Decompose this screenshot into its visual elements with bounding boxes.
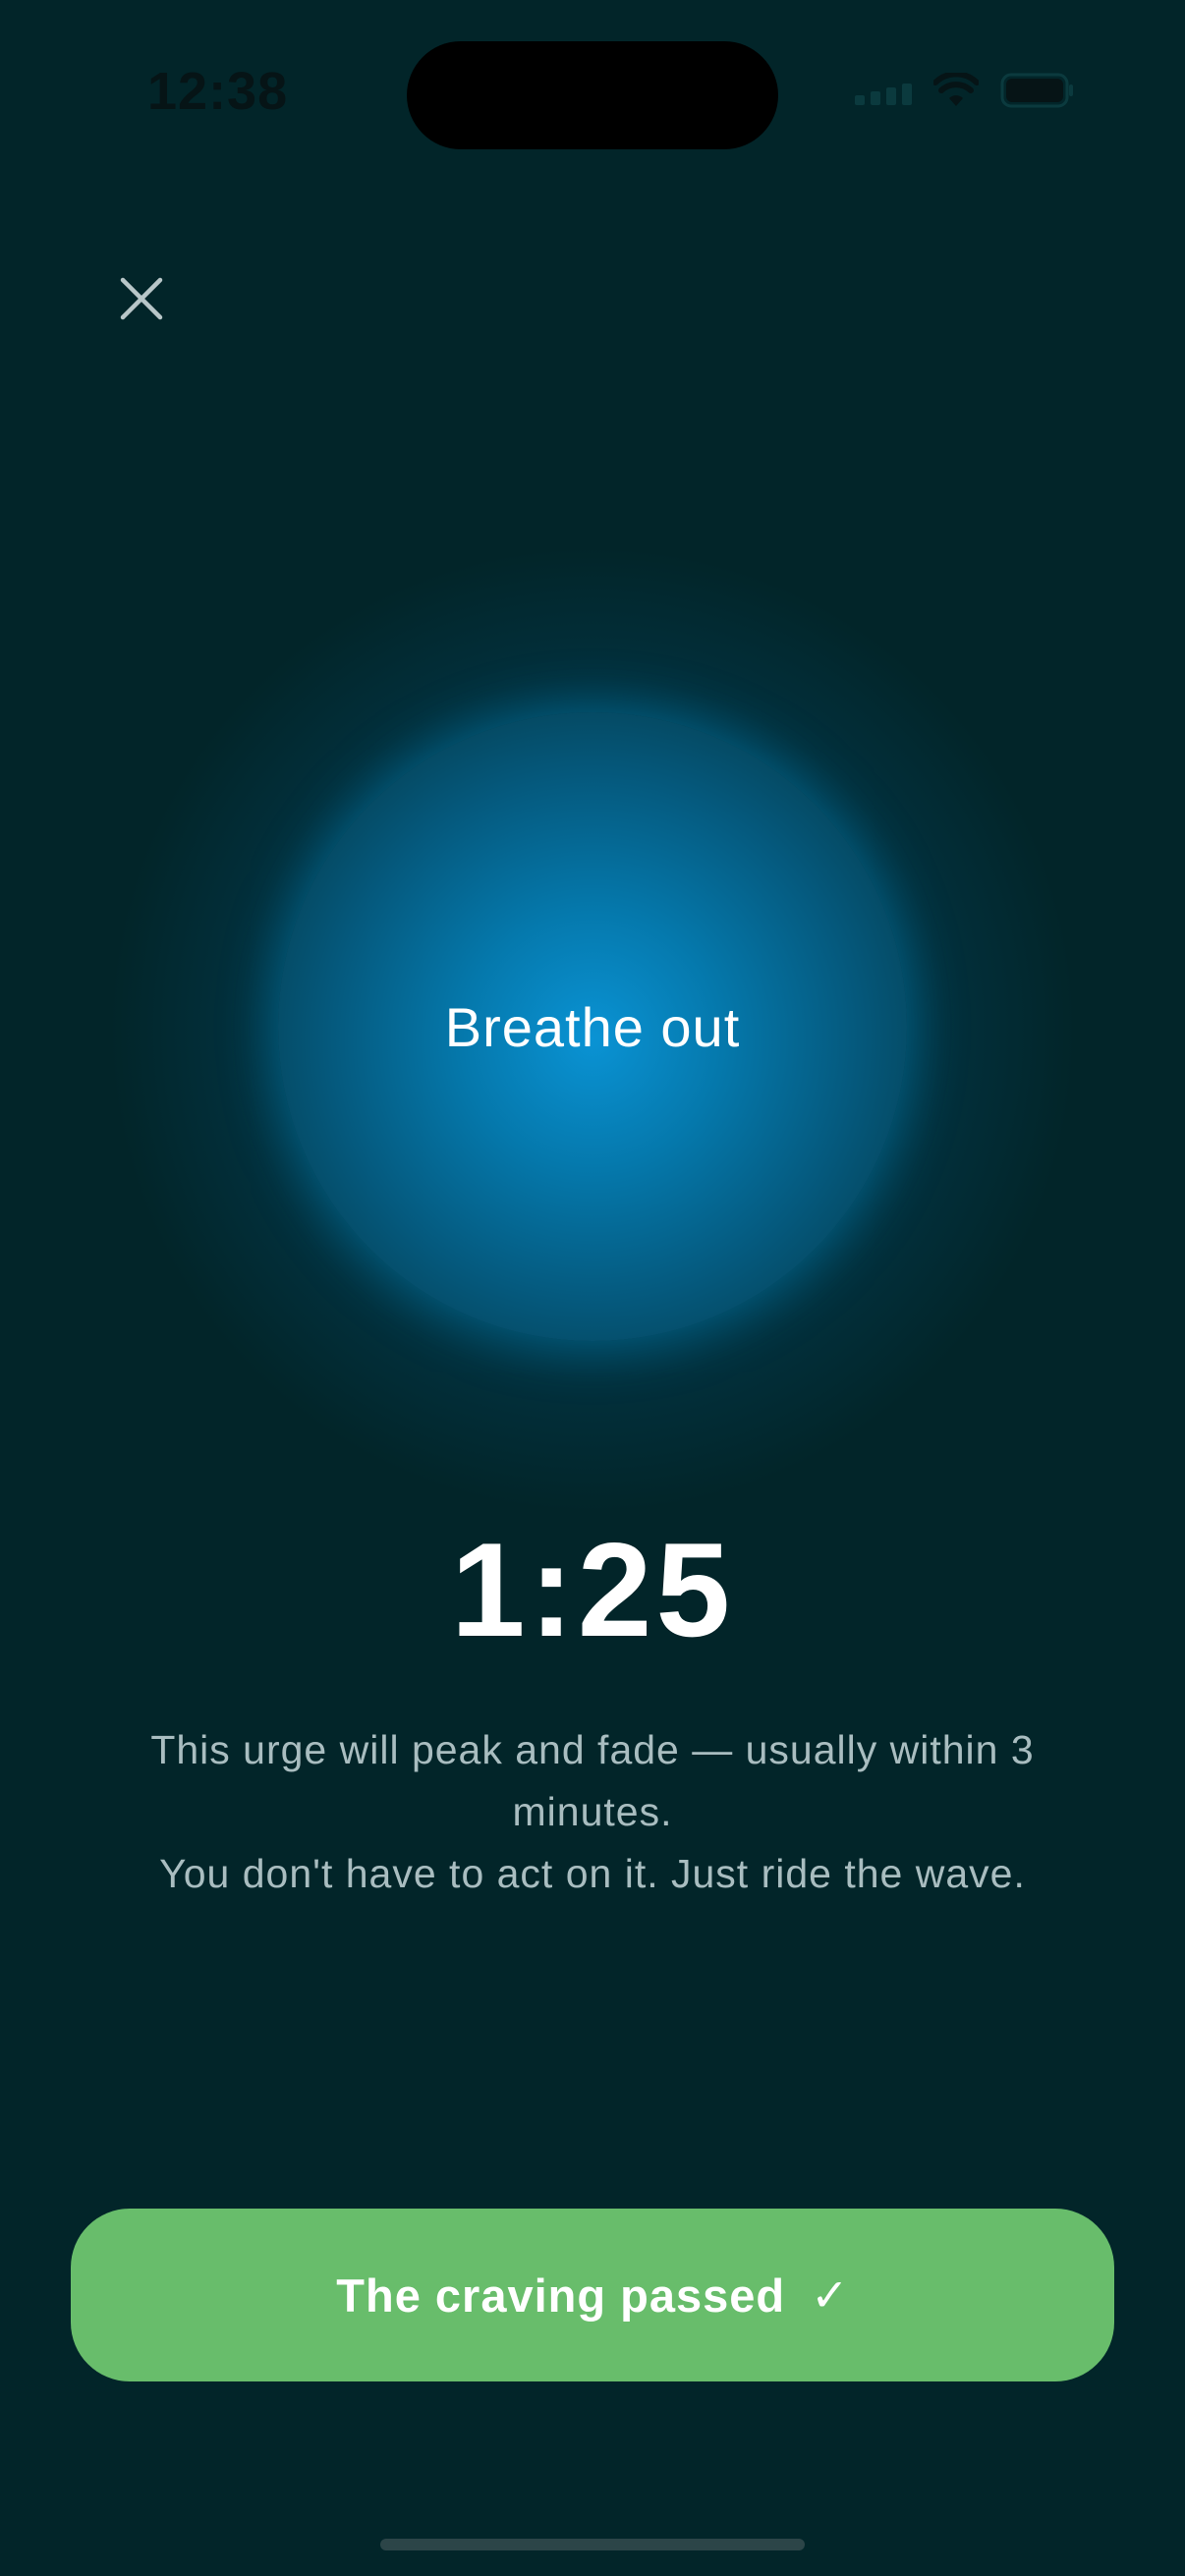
breathing-orb: Breathe out [278,712,907,1341]
craving-passed-button[interactable]: The craving passed ✓ [71,2209,1114,2381]
countdown-timer: 1:25 [450,1515,735,1664]
dynamic-island [407,41,778,149]
checkmark-icon: ✓ [811,2269,849,2321]
breathing-instruction: Breathe out [444,995,741,1058]
close-icon [120,277,163,320]
status-bar-time: 12:38 [147,62,289,121]
home-indicator[interactable] [380,2539,805,2550]
craving-passed-label: The craving passed [336,2268,786,2322]
message-line-2: You don't have to act on it. Just ride t… [159,1851,1026,1896]
close-button[interactable] [110,267,173,330]
status-bar-indicators [855,73,1075,108]
message-line-1: This urge will peak and fade — usually w… [150,1727,1035,1834]
wifi-icon [933,73,979,108]
battery-icon [1000,73,1075,108]
cellular-signal-icon [855,76,912,105]
encouragement-message: This urge will peak and fade — usually w… [98,1719,1087,1905]
